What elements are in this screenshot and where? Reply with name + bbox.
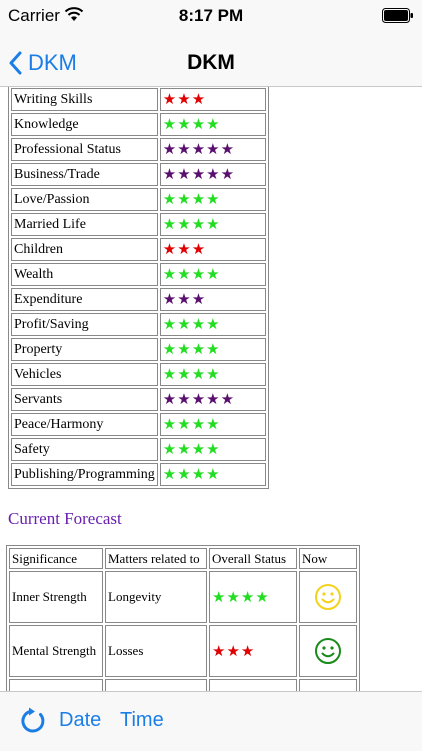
forecast-heading: Current Forecast <box>8 509 122 528</box>
refresh-icon[interactable] <box>18 706 48 736</box>
forecast-table: Significance Matters related to Overall … <box>6 545 360 691</box>
bottom-toolbar: Date Time <box>0 691 422 751</box>
rating-stars: ★★★★ <box>159 338 266 361</box>
date-button[interactable]: Date <box>59 709 101 732</box>
table-row: Safety ★★★★ <box>11 438 266 461</box>
smiley-green-icon <box>315 638 341 664</box>
rating-stars: ★★★★★ <box>159 388 266 411</box>
rating-label: Writing Skills <box>11 88 158 111</box>
forecast-header-row: Significance Matters related to Overall … <box>9 548 357 569</box>
rating-label: Peace/Harmony <box>11 413 158 436</box>
status-stars: ★★★ <box>209 625 297 677</box>
empty-cell <box>105 679 207 691</box>
rating-stars: ★★★ <box>159 88 266 111</box>
rating-label: Servants <box>11 388 158 411</box>
table-row: Profit/Saving ★★★★ <box>11 313 266 336</box>
rating-stars: ★★★★ <box>159 313 266 336</box>
rating-stars: ★★★★ <box>159 463 266 486</box>
table-row: Servants ★★★★★ <box>11 388 266 411</box>
status-stars: ★★★★ <box>209 571 297 623</box>
table-row: Peace/Harmony ★★★★ <box>11 413 266 436</box>
table-row: Vehicles ★★★★ <box>11 363 266 386</box>
status-bar: Carrier 8:17 PM <box>0 0 422 40</box>
rating-label: Knowledge <box>11 113 158 136</box>
now-cell <box>299 625 357 677</box>
rating-stars: ★★★★ <box>159 413 266 436</box>
header-significance: Significance <box>9 548 103 569</box>
matters-cell: Longevity <box>105 571 207 623</box>
rating-label: Vehicles <box>11 363 158 386</box>
header-matters: Matters related to <box>105 548 207 569</box>
battery-icon <box>382 8 413 23</box>
rating-label: Children <box>11 238 158 261</box>
table-row: Publishing/Programming ★★★★ <box>11 463 266 486</box>
table-row: Inner Strength Longevity ★★★★ <box>9 571 357 623</box>
table-row: Business/Trade ★★★★★ <box>11 163 266 186</box>
rating-label: Profit/Saving <box>11 313 158 336</box>
header-overall-status: Overall Status <box>209 548 297 569</box>
rating-label: Married Life <box>11 213 158 236</box>
rating-stars: ★★★★★ <box>159 163 266 186</box>
rating-label: Professional Status <box>11 138 158 161</box>
table-row: Wealth ★★★★ <box>11 263 266 286</box>
empty-cell <box>299 679 357 691</box>
table-row: Expenditure ★★★ <box>11 288 266 311</box>
now-cell <box>299 571 357 623</box>
rating-stars: ★★★★ <box>159 438 266 461</box>
navigation-bar: DKM DKM <box>0 40 422 87</box>
significance-cell: Inner Strength <box>9 571 103 623</box>
ratings-table: Writing Skills ★★★ Knowledge ★★★★ Profession… <box>8 87 269 489</box>
significance-cell: Mental Strength <box>9 625 103 677</box>
matters-cell: Losses <box>105 625 207 677</box>
content-area[interactable]: Writing Skills ★★★ Knowledge ★★★★ Profession… <box>0 87 422 691</box>
rating-stars: ★★★★★ <box>159 138 266 161</box>
rating-stars: ★★★★ <box>159 363 266 386</box>
rating-label: Safety <box>11 438 158 461</box>
table-row: Property ★★★★ <box>11 338 266 361</box>
rating-label: Business/Trade <box>11 163 158 186</box>
table-row: Writing Skills ★★★ <box>11 88 266 111</box>
rating-stars: ★★★ <box>159 288 266 311</box>
time-button[interactable]: Time <box>120 709 164 732</box>
table-row: Knowledge ★★★★ <box>11 113 266 136</box>
rating-label: Publishing/Programming <box>11 463 158 486</box>
rating-stars: ★★★★ <box>159 113 266 136</box>
table-row: Married Life ★★★★ <box>11 213 266 236</box>
status-time: 8:17 PM <box>178 6 244 25</box>
table-row: Love/Passion ★★★★ <box>11 188 266 211</box>
empty-cell <box>209 679 297 691</box>
rating-stars: ★★★★ <box>159 188 266 211</box>
rating-label: Property <box>11 338 158 361</box>
rating-label: Wealth <box>11 263 158 286</box>
table-row: Professional Status ★★★★★ <box>11 138 266 161</box>
table-row: Mental Strength Losses ★★★ <box>9 625 357 677</box>
rating-stars: ★★★★ <box>159 213 266 236</box>
rating-stars: ★★★★ <box>159 263 266 286</box>
page-title: DKM <box>187 51 235 74</box>
smiley-yellow-icon <box>315 584 341 610</box>
rating-label: Expenditure <box>11 288 158 311</box>
rating-stars: ★★★ <box>159 238 266 261</box>
header-now: Now <box>299 548 357 569</box>
table-row: Children ★★★ <box>11 238 266 261</box>
table-row <box>9 679 357 691</box>
rating-label: Love/Passion <box>11 188 158 211</box>
empty-cell <box>9 679 103 691</box>
